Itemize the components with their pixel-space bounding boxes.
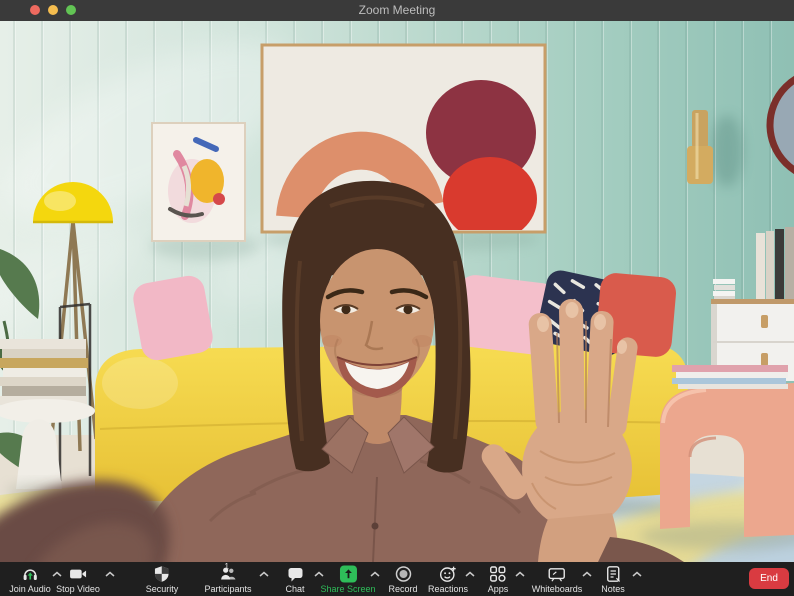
apps-button[interactable]: Apps	[487, 565, 509, 594]
participants-button[interactable]: 1 Participants	[204, 562, 252, 595]
reactions-label: Reactions	[427, 584, 469, 594]
pink-pillow-left	[133, 275, 213, 361]
headset-icon	[23, 569, 37, 580]
meeting-controls-toolbar: Join Audio Stop Video Security 1 Partici…	[0, 562, 794, 596]
record-button[interactable]: Record	[388, 565, 418, 594]
join-audio-label: Join Audio	[9, 584, 51, 594]
record-icon	[395, 566, 411, 582]
stop-video-button[interactable]: Stop Video	[56, 565, 100, 594]
notes-button[interactable]: Notes	[601, 565, 625, 594]
security-button[interactable]: Security	[145, 565, 179, 594]
whiteboards-button[interactable]: Whiteboards	[531, 565, 583, 594]
standing-books	[756, 227, 794, 301]
chevron-up-icon	[465, 571, 475, 577]
share-screen-label: Share Screen	[320, 584, 376, 594]
participants-count-badge: 1	[224, 562, 229, 571]
chevron-up-icon	[370, 571, 380, 577]
participants-label: Participants	[204, 584, 252, 594]
apps-label: Apps	[487, 584, 509, 594]
zoom-meeting-window: Zoom Meeting Join Audio Stop Video Secur…	[0, 0, 794, 596]
chevron-up-icon	[259, 571, 269, 577]
join-audio-button[interactable]: Join Audio	[9, 565, 51, 594]
whiteboards-options-chevron[interactable]	[582, 571, 592, 577]
chevron-up-icon	[105, 571, 115, 577]
chat-button[interactable]: Chat	[285, 565, 305, 594]
reactions-button[interactable]: Reactions	[428, 565, 468, 594]
security-label: Security	[145, 584, 179, 594]
record-label: Record	[388, 584, 418, 594]
notes-label: Notes	[601, 584, 625, 594]
chevron-up-icon	[582, 571, 592, 577]
titlebar: Zoom Meeting	[0, 0, 794, 22]
chevron-up-icon	[632, 571, 642, 577]
small-abstract-artwork	[150, 122, 260, 260]
stop-video-label: Stop Video	[56, 584, 100, 594]
end-meeting-button[interactable]: End	[749, 568, 789, 589]
stop-video-options-chevron[interactable]	[105, 571, 115, 577]
window-title: Zoom Meeting	[358, 3, 436, 17]
reactions-options-chevron[interactable]	[465, 571, 475, 577]
smiley-plus-icon	[440, 566, 456, 582]
shield-icon	[155, 566, 169, 582]
share-screen-button[interactable]: Share Screen	[320, 565, 376, 594]
chat-bubble-icon	[287, 568, 302, 582]
whiteboards-label: Whiteboards	[531, 584, 583, 594]
share-screen-icon	[339, 565, 357, 583]
living-room-scene	[0, 21, 794, 562]
video-camera-icon	[70, 569, 86, 579]
chat-label: Chat	[285, 584, 305, 594]
whiteboard-icon	[548, 568, 566, 582]
apps-options-chevron[interactable]	[515, 571, 525, 577]
notes-options-chevron[interactable]	[632, 571, 642, 577]
book-stack-on-stool	[672, 365, 788, 372]
participants-options-chevron[interactable]	[259, 571, 269, 577]
apps-grid-icon	[490, 566, 506, 582]
chevron-up-icon	[515, 571, 525, 577]
participant-video-tile	[0, 21, 794, 562]
share-screen-options-chevron[interactable]	[370, 571, 380, 577]
notes-icon	[606, 566, 620, 582]
